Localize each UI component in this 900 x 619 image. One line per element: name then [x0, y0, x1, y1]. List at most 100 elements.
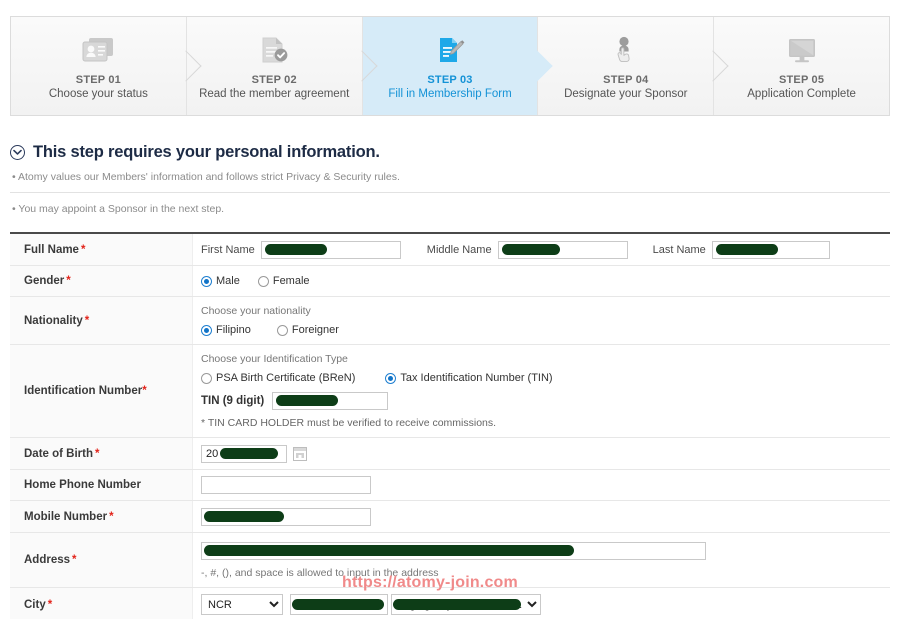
- label-city: City *: [10, 588, 193, 619]
- form-row-gender: Gender * Male Female: [10, 266, 890, 297]
- label-text: Identification Number: [24, 385, 143, 397]
- radio-label-foreigner[interactable]: Foreigner: [292, 324, 339, 336]
- last-name-wrap: [711, 240, 830, 259]
- middle-name-input[interactable]: [497, 241, 628, 259]
- radio-label-female[interactable]: Female: [273, 275, 310, 287]
- id-card-icon: [81, 31, 115, 69]
- radio-label-male[interactable]: Male: [216, 275, 240, 287]
- required-mark: *: [84, 314, 90, 327]
- form-row-city: City * NCR Metro Manila - ... Taguig Cit…: [10, 588, 890, 619]
- label-home-phone: Home Phone Number: [10, 470, 193, 500]
- field-home-phone: [193, 470, 890, 500]
- step-item-5[interactable]: STEP 05 Application Complete: [714, 17, 889, 115]
- required-mark: *: [47, 598, 53, 611]
- field-full-name: First Name Middle Name Last Name: [193, 234, 890, 265]
- personal-information-form: Full Name * First Name Middle Name Last N…: [10, 232, 890, 619]
- first-name-wrap: [260, 240, 401, 259]
- label-mobile: Mobile Number *: [10, 501, 193, 532]
- label-gender: Gender *: [10, 266, 193, 296]
- dob-wrap: [201, 444, 287, 463]
- first-name-input[interactable]: [260, 241, 401, 259]
- radio-nationality-foreigner[interactable]: [276, 324, 288, 336]
- page-title: This step requires your personal informa…: [33, 143, 380, 161]
- step-label: Fill in Membership Form: [388, 88, 512, 100]
- field-city: NCR Metro Manila - ... Taguig City, Metr…: [193, 588, 890, 619]
- tin-note: * TIN CARD HOLDER must be verified to re…: [201, 417, 497, 429]
- radio-nationality-filipino[interactable]: [201, 324, 212, 336]
- sponsor-note: • You may appoint a Sponsor in the next …: [12, 203, 225, 215]
- radio-label-filipino[interactable]: Filipino: [216, 324, 251, 336]
- step-label: Designate your Sponsor: [564, 88, 688, 100]
- step-number: STEP 03: [427, 74, 473, 86]
- date-of-birth-input[interactable]: [201, 445, 287, 463]
- step-number: STEP 04: [603, 74, 649, 86]
- label-text: Full Name: [24, 243, 79, 256]
- radio-gender-male[interactable]: [201, 275, 212, 287]
- last-name-label: Last Name: [652, 243, 706, 256]
- form-row-full-name: Full Name * First Name Middle Name Last N…: [10, 234, 890, 266]
- label-text: Nationality: [24, 314, 83, 327]
- province-select[interactable]: Metro Manila - ...: [290, 594, 388, 615]
- tin-label: TIN (9 digit): [201, 394, 265, 407]
- radio-id-tin[interactable]: [385, 372, 397, 384]
- step-label: Read the member agreement: [199, 88, 350, 100]
- radio-gender-female[interactable]: [257, 275, 269, 287]
- address-input[interactable]: [201, 542, 706, 560]
- address-wrap: [201, 541, 890, 560]
- person-pointer-icon: [609, 31, 643, 69]
- label-full-name: Full Name *: [10, 234, 193, 265]
- required-mark: *: [109, 510, 114, 523]
- tin-input[interactable]: [272, 392, 389, 410]
- label-text: Gender: [24, 275, 65, 287]
- nationality-prompt: Choose your nationality: [201, 305, 311, 317]
- home-phone-input[interactable]: [201, 476, 371, 494]
- chevron-down-circle-icon[interactable]: [10, 145, 25, 160]
- mobile-input[interactable]: [201, 508, 371, 526]
- step-item-3[interactable]: STEP 03 Fill in Membership Form: [362, 17, 553, 115]
- progress-stepper: STEP 01 Choose your status STEP 02 Read …: [10, 16, 890, 116]
- privacy-note: • Atomy values our Members' information …: [12, 171, 400, 183]
- municipality-wrap: Taguig City, Metro Manila: [391, 594, 541, 615]
- region-select[interactable]: NCR: [201, 594, 283, 615]
- monitor-icon: [785, 31, 819, 69]
- step-item-2[interactable]: STEP 02 Read the member agreement: [186, 17, 378, 115]
- first-name-label: First Name: [201, 243, 255, 256]
- divider: [10, 192, 890, 193]
- radio-label-psa[interactable]: PSA Birth Certificate (BReN): [216, 372, 355, 384]
- radio-label-tin[interactable]: Tax Identification Number (TIN): [400, 372, 552, 384]
- step-label: Application Complete: [747, 88, 856, 100]
- document-pencil-icon: [433, 31, 467, 69]
- section-header[interactable]: This step requires your personal informa…: [10, 143, 380, 162]
- form-row-identification: Identification Number * Choose your Ident…: [10, 345, 890, 438]
- form-row-address: Address * -, #, (), and space is allowed …: [10, 533, 890, 588]
- municipality-select[interactable]: Taguig City, Metro Manila: [391, 594, 541, 615]
- label-text: Date of Birth: [24, 447, 93, 460]
- step-item-1[interactable]: STEP 01 Choose your status: [11, 17, 202, 115]
- label-address: Address *: [10, 533, 193, 587]
- label-text: City: [24, 598, 46, 611]
- province-wrap: Metro Manila - ...: [290, 594, 388, 615]
- last-name-input[interactable]: [711, 241, 830, 259]
- membership-form-page: STEP 01 Choose your status STEP 02 Read …: [0, 0, 900, 619]
- label-text: Home Phone Number: [24, 479, 141, 491]
- calendar-icon[interactable]: [293, 446, 307, 461]
- step-number: STEP 02: [251, 74, 297, 86]
- label-text: Address: [24, 554, 71, 566]
- document-check-icon: [257, 31, 291, 69]
- mobile-wrap: [201, 507, 890, 526]
- label-identification: Identification Number *: [10, 345, 193, 437]
- identification-prompt: Choose your Identification Type: [201, 353, 348, 365]
- radio-id-psa[interactable]: [201, 372, 212, 384]
- form-row-home-phone: Home Phone Number: [10, 470, 890, 501]
- step-number: STEP 05: [778, 74, 825, 86]
- field-address: -, #, (), and space is allowed to input …: [193, 533, 890, 587]
- required-mark: *: [72, 554, 77, 566]
- required-mark: *: [95, 447, 100, 460]
- field-gender: Male Female: [193, 266, 890, 296]
- step-item-4[interactable]: STEP 04 Designate your Sponsor: [538, 17, 729, 115]
- middle-name-wrap: [497, 240, 628, 259]
- required-mark: *: [142, 385, 147, 397]
- field-nationality: Choose your nationality Filipino Foreign…: [193, 297, 890, 344]
- field-identification: Choose your Identification Type PSA Birt…: [193, 345, 890, 437]
- label-nationality: Nationality *: [10, 297, 193, 344]
